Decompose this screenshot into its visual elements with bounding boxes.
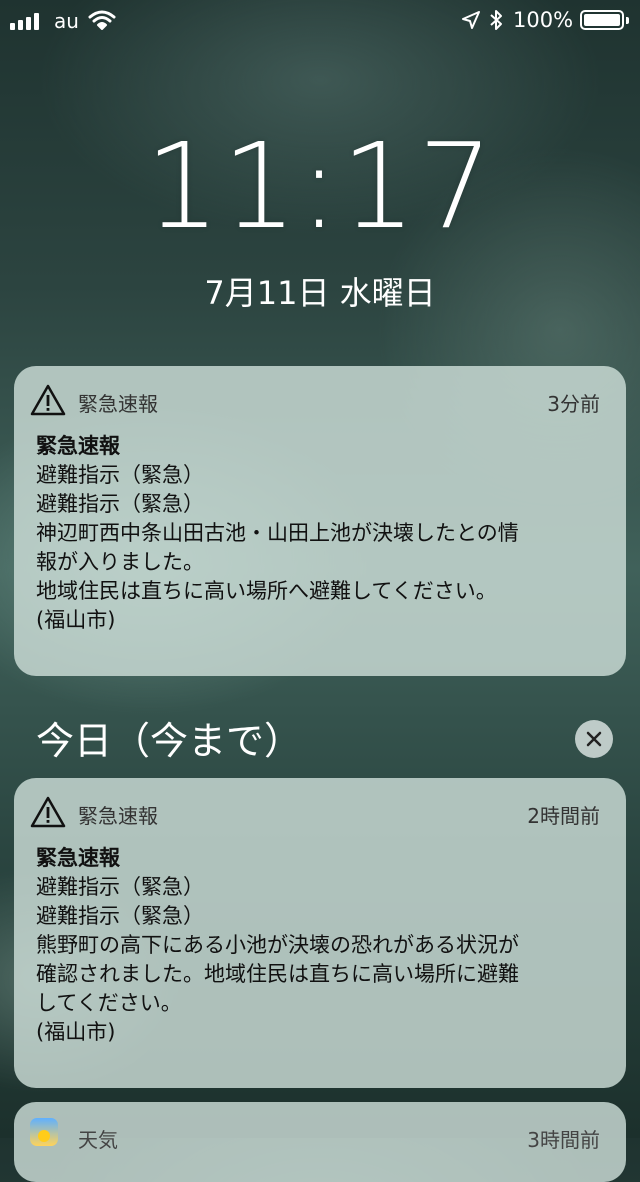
notification-line: 避難指示（緊急） — [36, 904, 204, 928]
sun-icon — [38, 1130, 50, 1142]
notification-line: 熊野町の高下にある小池が決壊の恐れがある状況が — [36, 933, 519, 957]
warning-triangle-icon — [30, 384, 66, 416]
notification-line: (福山市) — [36, 608, 116, 632]
notification-line: 神辺町西中条山田古池・山田上池が決壊したとの情 — [36, 521, 519, 545]
location-arrow-icon — [462, 11, 480, 29]
carrier-name: au — [54, 9, 79, 33]
notification-line: してください。 — [36, 991, 182, 1015]
signal-bars-icon — [10, 13, 39, 30]
battery-level-fill — [584, 14, 620, 26]
notification-line: 避難指示（緊急） — [36, 875, 204, 899]
bluetooth-icon — [490, 10, 502, 30]
battery-nub — [626, 17, 629, 24]
notification-line: 確認されました。地域住民は直ちに高い場所に避難 — [36, 962, 519, 986]
notification-app-name: 緊急速報 — [78, 392, 158, 416]
notification-app-name: 緊急速報 — [78, 804, 158, 828]
notification-card-emergency[interactable]: 緊急速報 3分前 緊急速報 避難指示（緊急） 避難指示（緊急） 神辺町西中条山田… — [14, 366, 626, 676]
notification-line: 報が入りました。 — [36, 550, 204, 574]
notification-title: 緊急速報 — [36, 434, 120, 458]
lock-date: 7月11日 水曜日 — [204, 274, 436, 312]
notification-time: 3時間前 — [527, 1128, 600, 1152]
notification-line: 地域住民は直ちに高い場所へ避難してください。 — [36, 579, 497, 603]
status-bar: au 100% — [0, 0, 640, 40]
notification-body: 緊急速報 避難指示（緊急） 避難指示（緊急） 熊野町の高下にある小池が決壊の恐れ… — [36, 844, 608, 1047]
notification-body: 緊急速報 避難指示（緊急） 避難指示（緊急） 神辺町西中条山田古池・山田上池が決… — [36, 432, 608, 635]
notification-card-emergency-earlier[interactable]: 緊急速報 2時間前 緊急速報 避難指示（緊急） 避難指示（緊急） 熊野町の高下に… — [14, 778, 626, 1088]
lock-clock: 11:17 — [144, 117, 496, 255]
notification-time: 2時間前 — [527, 804, 600, 828]
notification-title: 緊急速報 — [36, 846, 120, 870]
notification-line: (福山市) — [36, 1020, 116, 1044]
notification-time: 3分前 — [547, 392, 600, 416]
notification-card-weather[interactable]: 天気 3時間前 — [14, 1102, 626, 1182]
notification-line: 避難指示（緊急） — [36, 463, 204, 487]
notification-header: 緊急速報 2時間前 — [14, 778, 626, 848]
clear-notifications-button[interactable] — [575, 720, 613, 758]
battery-icon — [580, 10, 624, 30]
close-icon — [586, 731, 602, 747]
battery-percent: 100% — [513, 8, 574, 32]
warning-triangle-icon — [30, 796, 66, 828]
section-title-today: 今日（今まで） — [36, 719, 303, 763]
notification-app-name: 天気 — [78, 1128, 118, 1152]
notification-header: 緊急速報 3分前 — [14, 366, 626, 436]
notification-line: 避難指示（緊急） — [36, 492, 204, 516]
wifi-icon — [88, 10, 116, 30]
weather-app-icon — [30, 1118, 58, 1146]
